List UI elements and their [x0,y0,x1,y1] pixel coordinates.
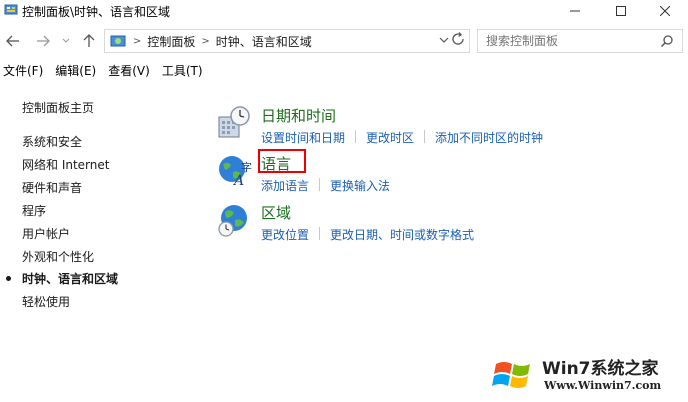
close-button[interactable] [642,0,688,22]
sidebar-item-ease-of-access[interactable]: 轻松使用 [22,293,70,310]
chevron-down-icon [62,38,70,43]
watermark-brand: Win7系统之家 [542,359,659,379]
region-globe-icon [218,205,247,237]
refresh-button[interactable] [450,31,468,49]
breadcrumb-control-panel[interactable]: 控制面板 [147,33,195,50]
search-icon[interactable] [660,34,674,48]
close-icon [660,6,670,16]
back-button[interactable] [4,31,22,51]
window-title: 控制面板\时钟、语言和区域 [22,5,171,19]
arrow-left-icon [6,35,19,47]
link-change-location[interactable]: 更改位置 [261,226,309,243]
sidebar-item-user-accounts[interactable]: 用户帐户 [22,225,70,242]
maximize-icon [616,6,626,16]
menu-tools[interactable]: 工具(T) [162,62,203,80]
arrow-up-icon [83,34,95,47]
breadcrumb-current[interactable]: 时钟、语言和区域 [216,33,312,50]
control-panel-icon [110,35,126,47]
link-add-language[interactable]: 添加语言 [261,177,309,194]
search-box[interactable] [477,29,683,53]
sidebar-item-system-security[interactable]: 系统和安全 [22,133,82,150]
maximize-button[interactable] [598,0,644,22]
link-change-timezone[interactable]: 更改时区 [366,129,414,146]
menu-bar: 文件(F) 编辑(E) 查看(V) 工具(T) [0,62,215,80]
link-set-time-date[interactable]: 设置时间和日期 [261,129,345,146]
link-change-input-method[interactable]: 更换输入法 [330,177,390,194]
breadcrumb-separator-icon: > [201,35,210,47]
title-bar: 控制面板\时钟、语言和区域 [0,0,688,22]
sidebar-item-network-internet[interactable]: 网络和 Internet [22,156,109,173]
watermark-url: Www.Winwin7.com [544,379,662,392]
category-links: 更改位置 更改日期、时间或数字格式 [261,226,474,243]
link-divider [319,178,321,191]
minimize-button[interactable] [552,0,598,22]
up-button[interactable] [80,31,98,51]
category-title-language[interactable]: 语言 [261,153,291,174]
search-input[interactable] [486,34,656,48]
svg-text:A: A [232,173,244,189]
sidebar-item-appearance[interactable]: 外观和个性化 [22,248,94,265]
menu-edit[interactable]: 编辑(E) [55,62,96,80]
link-divider [424,130,426,143]
watermark: Win7系统之家 Www.Winwin7.com [488,350,688,402]
menu-file[interactable]: 文件(F) [3,62,43,80]
arrow-right-icon [37,35,50,47]
navigation-bar: > 控制面板 > 时钟、语言和区域 [0,28,688,54]
link-divider [319,227,321,240]
category-title-date-time[interactable]: 日期和时间 [261,105,336,126]
chevron-down-icon[interactable] [439,34,449,46]
sidebar-item-clock-language-region[interactable]: 时钟、语言和区域 [22,270,118,287]
sidebar-item-hardware-sound[interactable]: 硬件和声音 [22,179,82,196]
recent-locations-button[interactable] [60,31,72,51]
forward-button[interactable] [34,31,52,51]
breadcrumb-separator-icon: > [133,35,142,47]
clock-calendar-icon [218,106,250,138]
menu-view[interactable]: 查看(V) [108,62,150,80]
sidebar-item-programs[interactable]: 程序 [22,202,46,219]
minimize-icon [570,10,580,12]
control-panel-icon [4,4,18,15]
address-bar[interactable]: > 控制面板 > 时钟、语言和区域 [104,29,470,53]
category-title-region[interactable]: 区域 [261,202,291,223]
active-bullet-icon [6,276,11,281]
windows-logo-icon [492,362,530,388]
link-change-formats[interactable]: 更改日期、时间或数字格式 [330,226,474,243]
category-links: 添加语言 更换输入法 [261,177,390,194]
link-add-clocks[interactable]: 添加不同时区的时钟 [435,129,543,146]
sidebar-item-home[interactable]: 控制面板主页 [22,99,94,116]
link-divider [355,130,357,143]
svg-text:字: 字 [241,160,252,174]
refresh-icon [452,32,464,45]
language-globe-icon: A 字 [219,156,252,189]
category-links: 设置时间和日期 更改时区 添加不同时区的时钟 [261,129,543,146]
